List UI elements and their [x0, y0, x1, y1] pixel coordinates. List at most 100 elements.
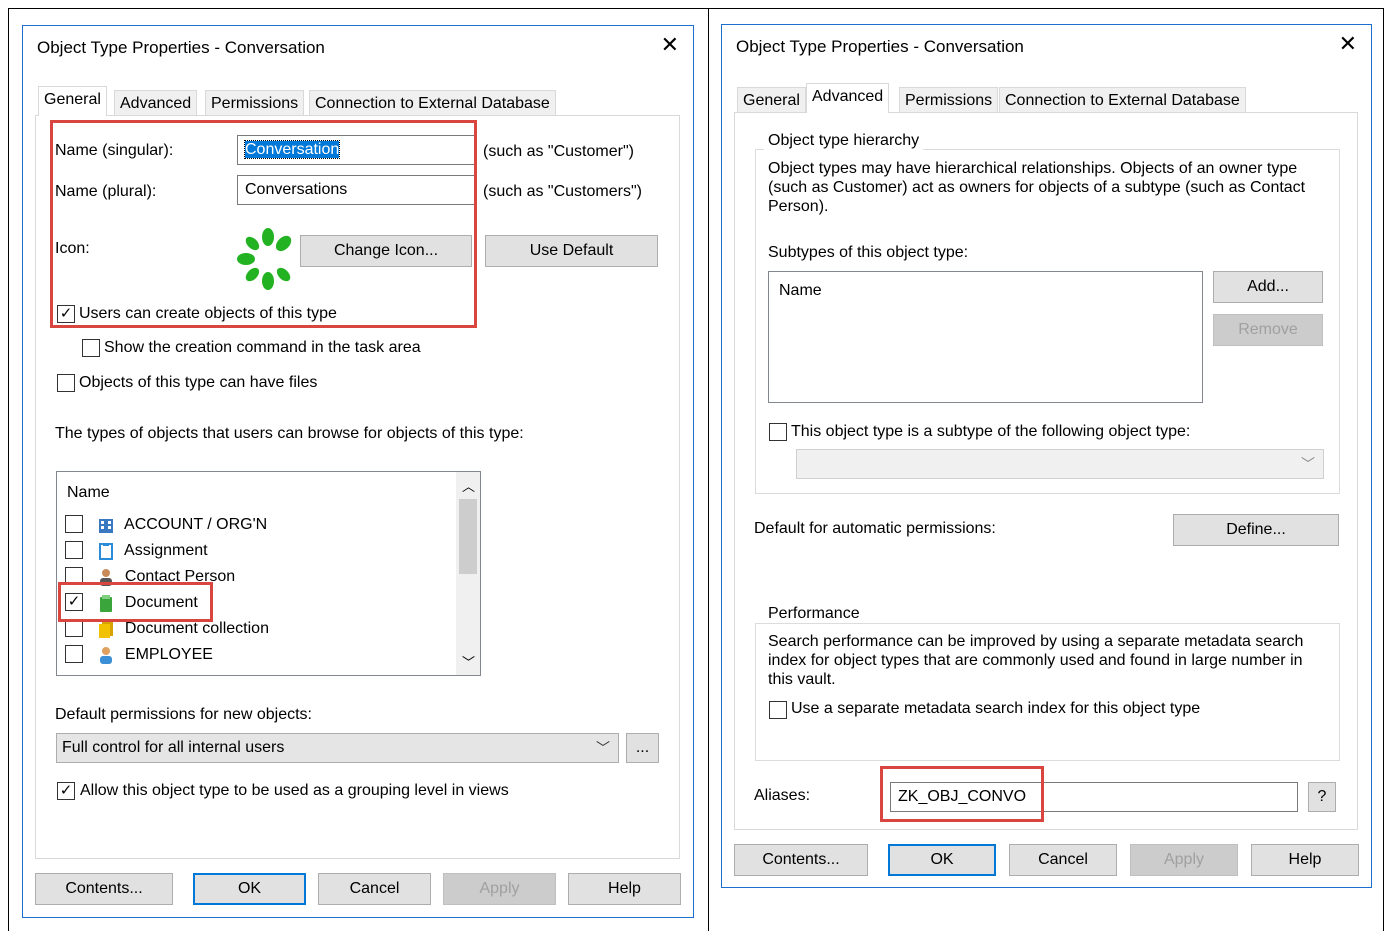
users-can-create-checkbox[interactable]: ✓ [57, 305, 75, 323]
chevron-down-icon: ﹀ [596, 740, 610, 756]
name-plural-field[interactable]: Conversations [237, 175, 475, 205]
list-item[interactable]: EMPLOYEE [65, 642, 213, 668]
tab-permissions[interactable]: Permissions [899, 87, 999, 113]
document-collection-icon [99, 621, 114, 638]
subtypes-list[interactable]: Name [768, 271, 1203, 403]
show-creation-label: Show the creation command in the task ar… [104, 339, 421, 356]
tab-connection[interactable]: Connection to External Database [999, 87, 1246, 113]
name-singular-label: Name (singular): [55, 142, 174, 159]
list-item-checkbox[interactable] [65, 644, 83, 663]
grouping-checkbox[interactable]: ✓ [57, 782, 75, 800]
list-item-checkbox[interactable]: ✓ [65, 592, 83, 611]
tab-permissions[interactable]: Permissions [205, 90, 305, 116]
list-item[interactable]: Document collection [65, 616, 269, 642]
scroll-thumb[interactable] [459, 499, 477, 574]
can-have-files-checkbox[interactable] [57, 374, 75, 392]
parent-type-select[interactable]: ﹀ [796, 449, 1324, 479]
separate-index-label: Use a separate metadata search index for… [791, 700, 1201, 717]
remove-subtype-button[interactable]: Remove [1213, 314, 1323, 346]
list-item-label: Document [124, 594, 198, 611]
aliases-field[interactable]: ZK_OBJ_CONVO [890, 782, 1298, 812]
close-icon[interactable]: ✕ [661, 32, 679, 58]
auto-permissions-label: Default for automatic permissions: [754, 520, 996, 537]
scroll-up-icon[interactable]: ︿ [462, 476, 475, 495]
list-item-label: EMPLOYEE [124, 646, 213, 663]
performance-description: Search performance can be improved by us… [768, 633, 1304, 688]
use-default-button[interactable]: Use Default [485, 235, 658, 267]
change-icon-button[interactable]: Change Icon... [300, 235, 472, 267]
document-icon [100, 594, 113, 612]
list-item-label: Document collection [124, 620, 269, 637]
list-scrollbar[interactable]: ︿ ﹀ [456, 472, 480, 675]
list-item-checkbox[interactable] [65, 514, 83, 533]
ok-button[interactable]: OK [888, 844, 996, 876]
ok-button[interactable]: OK [193, 873, 306, 905]
list-item[interactable]: Contact Person [65, 564, 235, 590]
apply-button[interactable]: Apply [1130, 844, 1238, 876]
is-subtype-checkbox[interactable] [769, 423, 787, 441]
list-header-name: Name [67, 484, 110, 501]
list-item[interactable]: ACCOUNT / ORG'N [65, 512, 267, 538]
name-plural-hint: (such as "Customers") [483, 183, 642, 200]
contents-button[interactable]: Contents... [734, 844, 868, 876]
subtypes-header-name: Name [779, 282, 822, 299]
right-dialog: Object Type Properties - Conversation ✕ … [721, 24, 1372, 888]
list-item-label: Assignment [124, 542, 208, 559]
icon-label: Icon: [55, 240, 90, 257]
help-button[interactable]: Help [568, 873, 681, 905]
conversation-spinner-icon [237, 228, 292, 290]
name-plural-label: Name (plural): [55, 183, 157, 200]
performance-group-title: Performance [764, 605, 864, 623]
person-icon [100, 568, 113, 586]
add-subtype-button[interactable]: Add... [1213, 271, 1323, 303]
cancel-button[interactable]: Cancel [1009, 844, 1117, 876]
hierarchy-description: Object types may have hierarchical relat… [768, 160, 1306, 215]
list-item[interactable]: ✓ Document [65, 590, 198, 616]
tab-advanced[interactable]: Advanced [114, 90, 198, 116]
tab-general[interactable]: General [38, 86, 107, 116]
object-types-list[interactable]: Name ACCOUNT / ORG'N Assignment Contact … [56, 471, 481, 676]
list-item-checkbox[interactable] [65, 540, 83, 559]
tab-general[interactable]: General [737, 87, 806, 113]
list-item-label: ACCOUNT / ORG'N [124, 516, 268, 533]
dialog-title: Object Type Properties - Conversation [736, 37, 1024, 56]
cancel-button[interactable]: Cancel [318, 873, 431, 905]
subtypes-label: Subtypes of this object type: [768, 244, 969, 261]
clipboard-icon [99, 542, 114, 560]
define-button[interactable]: Define... [1173, 514, 1339, 546]
grouping-label: Allow this object type to be used as a g… [80, 782, 509, 799]
tab-connection[interactable]: Connection to External Database [309, 90, 556, 116]
separate-index-checkbox[interactable] [769, 701, 787, 719]
dialog-title: Object Type Properties - Conversation [37, 38, 325, 57]
default-permissions-select[interactable]: Full control for all internal users ﹀ [56, 733, 619, 763]
list-item-checkbox[interactable] [65, 618, 83, 637]
name-singular-field[interactable]: Conversation [237, 135, 475, 165]
is-subtype-label: This object type is a subtype of the fol… [791, 423, 1191, 440]
apply-button[interactable]: Apply [443, 873, 556, 905]
chevron-down-icon: ﹀ [1301, 456, 1315, 472]
list-item-label: Contact Person [124, 568, 236, 585]
close-icon[interactable]: ✕ [1339, 31, 1357, 57]
show-creation-checkbox[interactable] [82, 339, 100, 357]
aliases-help-button[interactable]: ? [1308, 782, 1336, 812]
can-have-files-label: Objects of this type can have files [79, 374, 318, 391]
name-singular-value: Conversation [243, 140, 341, 159]
permissions-ellipsis-button[interactable]: ... [626, 733, 659, 763]
help-button[interactable]: Help [1251, 844, 1359, 876]
employee-icon [100, 646, 113, 664]
default-permissions-value: Full control for all internal users [62, 739, 285, 756]
panel-divider [708, 8, 709, 931]
default-permissions-label: Default permissions for new objects: [55, 706, 312, 723]
hierarchy-group-title: Object type hierarchy [764, 132, 924, 150]
users-can-create-label: Users can create objects of this type [79, 305, 337, 322]
tab-advanced[interactable]: Advanced [806, 83, 890, 113]
list-item-checkbox[interactable] [65, 566, 83, 585]
contents-button[interactable]: Contents... [35, 873, 173, 905]
building-icon [99, 518, 114, 533]
scroll-down-icon[interactable]: ﹀ [462, 652, 475, 671]
list-item[interactable]: Assignment [65, 538, 208, 564]
left-dialog: Object Type Properties - Conversation ✕ … [22, 25, 694, 918]
name-singular-hint: (such as "Customer") [483, 143, 634, 160]
browse-types-label: The types of objects that users can brow… [55, 425, 524, 442]
aliases-label: Aliases: [754, 787, 811, 804]
